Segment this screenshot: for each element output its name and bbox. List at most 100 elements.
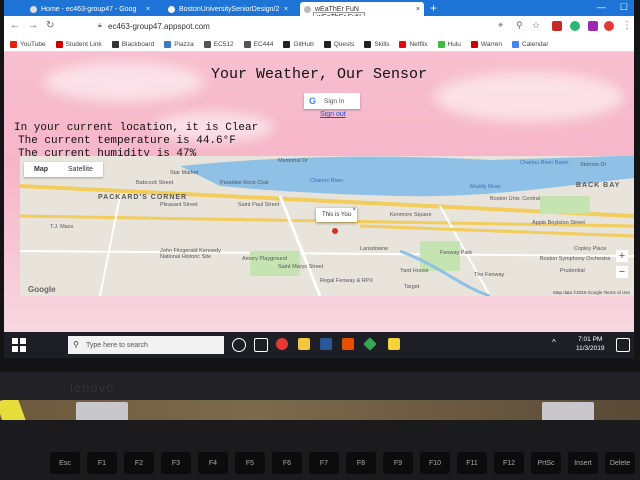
bookmark-item[interactable]: EC512 — [203, 41, 234, 48]
bookmark-item[interactable]: EC444 — [243, 41, 274, 48]
bookmark-icon — [512, 41, 519, 48]
menu-kebab-icon[interactable]: ⋮ — [622, 20, 632, 31]
bookmark-item[interactable]: GitHub — [283, 41, 314, 48]
bookmark-label: YouTube — [20, 41, 46, 48]
map-place-label: John Fitzgerald Kennedy National Histori… — [160, 248, 221, 260]
extension-icon[interactable] — [570, 21, 580, 31]
map-place-label: BACK BAY — [576, 182, 621, 189]
tab-label: Home - ec463-group47 - Goog — [41, 5, 137, 13]
windows-start-icon[interactable] — [12, 338, 26, 352]
zoom-out-button[interactable]: − — [616, 266, 628, 278]
minimize-icon[interactable]: — — [597, 2, 606, 13]
search-placeholder: Type here to search — [86, 341, 148, 349]
function-key-row: Esc F1 F2 F3 F4 F5 F6 F7 F8 F9 F10 F11 F12 PrtSc Inser… — [50, 452, 635, 474]
keyboard-key: F10 — [420, 452, 450, 474]
file-explorer-icon[interactable] — [298, 338, 310, 350]
google-sites-icon — [30, 5, 37, 13]
bookmark-star-icon[interactable]: ☆ — [532, 20, 540, 31]
url-field[interactable]: ec463-group47.appspot.com — [108, 22, 210, 31]
bookmark-icon — [323, 41, 331, 48]
extension-icon[interactable] — [588, 21, 598, 31]
brand-logo: lenovo — [70, 380, 115, 395]
drive-icon[interactable] — [363, 337, 377, 351]
notifications-icon[interactable] — [616, 338, 630, 352]
bookmark-label: EC444 — [253, 41, 274, 48]
sticky-notes-icon[interactable] — [388, 338, 400, 350]
bookmark-icon — [399, 41, 407, 48]
keyboard-key: F1 — [87, 452, 117, 474]
weather-page: Your Weather, Our Sensor G Sign In Sign … — [4, 52, 634, 332]
new-tab-button[interactable]: + — [430, 1, 437, 15]
zoom-magnifier-icon[interactable]: ⚲ — [516, 20, 523, 31]
bookmark-item[interactable]: Blackboard — [111, 41, 154, 48]
map-place-label: Charles River — [310, 178, 344, 184]
keyboard-key: Esc — [50, 452, 80, 474]
map-place-label: Amory Playground — [242, 256, 288, 262]
pdf-extension-icon[interactable] — [552, 21, 562, 31]
bookmark-item[interactable]: Hulu — [437, 41, 461, 48]
bookmark-item[interactable]: Calendar — [512, 41, 548, 48]
google-map[interactable]: Memorial Dr Charles River Basin Storrow Dr… — [20, 156, 634, 296]
map-place-label: Star Market — [170, 170, 199, 176]
bookmark-icon — [55, 41, 63, 48]
github-icon — [168, 5, 175, 13]
close-icon[interactable]: × — [142, 6, 150, 13]
bookmark-item[interactable]: Warren — [470, 41, 502, 48]
close-icon[interactable]: × — [280, 6, 288, 13]
back-arrow-icon[interactable]: ← — [10, 20, 20, 31]
map-place-label: Target — [404, 284, 420, 290]
map-place-label: Prudential — [560, 268, 585, 274]
bookmark-icon — [364, 41, 372, 48]
bookmark-label: Hulu — [447, 41, 461, 48]
reload-icon[interactable]: ↻ — [46, 20, 54, 31]
map-place-label: The Fenway — [474, 272, 505, 278]
map-place-label: Copley Place — [574, 246, 607, 252]
map-place-label: Charles River Basin — [520, 160, 569, 166]
bookmark-item[interactable]: Quests — [323, 41, 355, 48]
taskbar-search-box[interactable]: ⚲ Type here to search — [68, 336, 224, 354]
keyboard-key: F4 — [198, 452, 228, 474]
google-signin-button[interactable]: G Sign In — [304, 93, 360, 109]
bookmark-item[interactable]: Netflix — [399, 41, 428, 48]
bookmark-label: Netflix — [409, 41, 428, 48]
bookmark-icon — [164, 41, 172, 48]
bookmarks-bar: YouTube Student Link Blackboard Piazza EC512… — [4, 38, 634, 52]
forward-arrow-icon[interactable]: → — [28, 20, 38, 31]
lock-icon: 🔒︎ — [98, 22, 102, 29]
tab-home-sites[interactable]: Home - ec463-group47 - Goog × — [26, 2, 154, 16]
keyboard-key: F11 — [457, 452, 487, 474]
close-icon[interactable]: × — [412, 6, 420, 13]
bookmark-label: Quests — [333, 41, 355, 48]
map-place-label: Regal Fenway & RPX — [320, 278, 374, 284]
tray-chevron-icon[interactable]: ^ — [552, 338, 564, 350]
task-view-icon[interactable] — [254, 338, 268, 352]
map-attribution: Map data ©2019 Google Terms of Use — [553, 290, 630, 295]
map-type-satellite-tab[interactable]: Satellite — [58, 162, 103, 177]
profile-avatar-icon[interactable] — [604, 21, 614, 31]
bookmark-item[interactable]: YouTube — [10, 41, 46, 48]
signout-link[interactable]: Sign out — [320, 111, 346, 118]
location-icon[interactable]: ⌖ — [498, 20, 503, 31]
zoom-in-button[interactable]: + — [616, 250, 628, 262]
taskbar-clock[interactable]: 7:01 PM 11/3/2019 — [576, 335, 604, 353]
tab-github-repo[interactable]: BostonUniversitySeniorDesign/2 × — [164, 2, 292, 16]
cortana-icon[interactable] — [232, 338, 246, 352]
bookmark-item[interactable]: Student Link — [55, 41, 102, 48]
bookmark-item[interactable]: Piazza — [164, 41, 194, 48]
bookmark-icon — [470, 41, 478, 48]
address-bar-row: ← → ↻ 🔒︎ ec463-group47.appspot.com ⌖ ⚲ ☆… — [4, 16, 634, 38]
bookmark-item[interactable]: Skills — [364, 41, 389, 48]
map-place-label: Yard House — [400, 268, 429, 274]
page-title: Your Weather, Our Sensor — [210, 66, 428, 83]
signin-label: Sign In — [324, 97, 345, 105]
maximize-icon[interactable]: ☐ — [620, 2, 628, 13]
bookmark-label: Student Link — [65, 41, 102, 48]
close-icon[interactable]: × — [353, 207, 357, 213]
map-type-map-tab[interactable]: Map — [24, 162, 58, 177]
map-place-label: Saint Marys Street — [278, 264, 324, 270]
word-icon[interactable] — [320, 338, 332, 350]
keyboard-key: F8 — [346, 452, 376, 474]
chrome-icon[interactable] — [276, 338, 288, 350]
window-controls: — ☐ — [597, 2, 628, 13]
app-icon[interactable] — [342, 338, 354, 350]
